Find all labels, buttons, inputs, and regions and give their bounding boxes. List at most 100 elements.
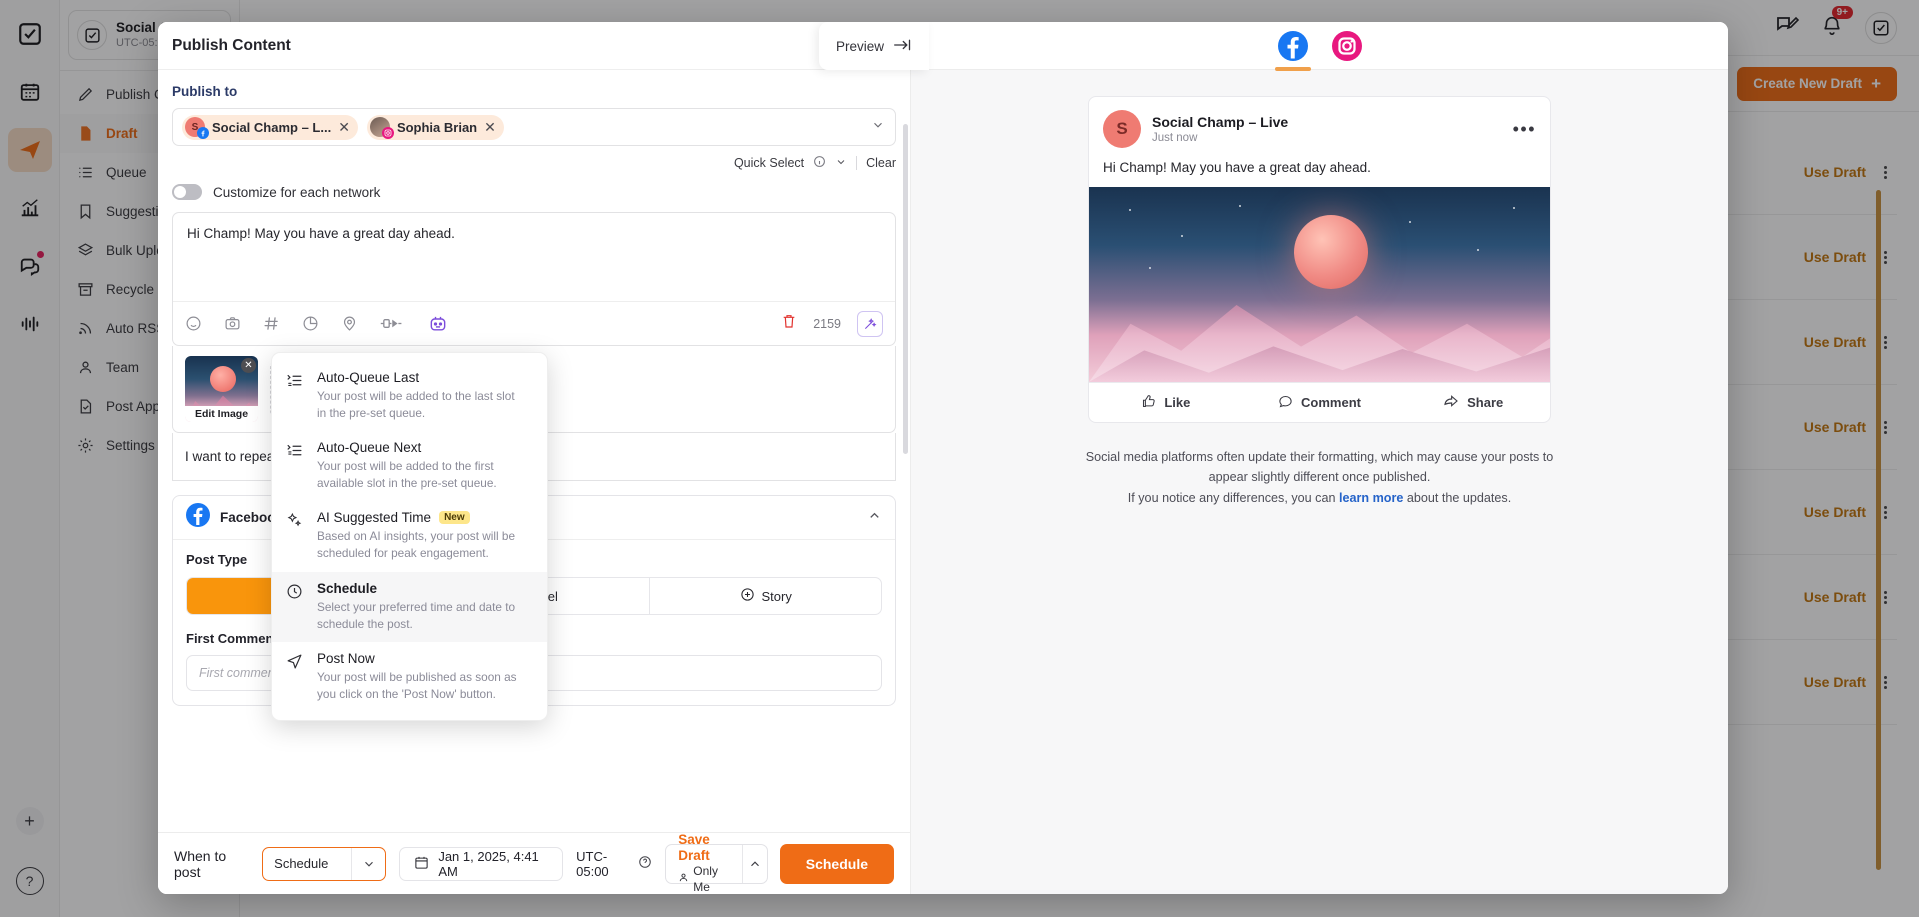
instagram-icon bbox=[381, 127, 394, 139]
preview-body: S Social Champ – Live Just now ••• Hi Ch… bbox=[911, 70, 1728, 508]
dropdown-item-desc: Your post will be added to the last slot… bbox=[317, 389, 515, 421]
chevron-down-icon[interactable] bbox=[835, 156, 847, 171]
story-icon bbox=[740, 587, 755, 605]
dropdown-item-auto-queue-last[interactable]: Auto-Queue Last Your post will be added … bbox=[272, 361, 547, 431]
post-type-label-2: Story bbox=[761, 588, 792, 604]
preview-post-actions: Like Comment Share bbox=[1089, 382, 1550, 422]
dropdown-title-text: Auto-Queue Next bbox=[317, 440, 422, 456]
post-type-story[interactable]: Story bbox=[650, 578, 881, 614]
preview-pane: Preview S Social Champ – Live Just now •… bbox=[819, 22, 1728, 894]
customize-row: Customize for each network bbox=[172, 184, 896, 200]
chevron-down-icon[interactable] bbox=[351, 847, 385, 880]
post-menu-icon[interactable]: ••• bbox=[1513, 120, 1536, 138]
disclaimer-line-3-pre: If you notice any differences, you can bbox=[1127, 490, 1339, 505]
preview-header: Preview bbox=[819, 22, 1728, 71]
chevron-up-icon[interactable] bbox=[867, 508, 882, 528]
queue-last-icon bbox=[286, 370, 304, 422]
dropdown-item-desc: Based on AI insights, your post will be … bbox=[317, 529, 516, 561]
page-title: Publish Content bbox=[172, 36, 291, 54]
attached-image-thumbnail[interactable]: ✕ Edit Image bbox=[185, 356, 258, 422]
chevron-up-icon[interactable] bbox=[741, 844, 767, 883]
publish-to-label: Publish to bbox=[172, 84, 238, 99]
edit-image-button[interactable]: Edit Image bbox=[185, 406, 258, 422]
composer-input[interactable]: Hi Champ! May you have a great day ahead… bbox=[173, 213, 895, 301]
dropdown-item-desc: Select your preferred time and date to s… bbox=[317, 599, 516, 631]
preview-timestamp: Just now bbox=[1152, 131, 1198, 144]
learn-more-link[interactable]: learn more bbox=[1339, 491, 1403, 505]
publish-to-field[interactable]: S Social Champ – L... ✕ Sophia Brian ✕ bbox=[172, 108, 896, 146]
hashtag-icon[interactable] bbox=[263, 315, 280, 332]
account-name: Sophia Brian bbox=[396, 119, 478, 135]
preview-post-card: S Social Champ – Live Just now ••• Hi Ch… bbox=[1088, 96, 1551, 423]
queue-next-icon bbox=[286, 440, 304, 492]
ai-assistant-icon[interactable] bbox=[428, 314, 448, 334]
facebook-icon bbox=[197, 127, 209, 139]
disclaimer-line-1: Social media platforms often update thei… bbox=[1085, 450, 1506, 464]
emoji-icon[interactable] bbox=[185, 315, 202, 332]
chevron-down-icon[interactable] bbox=[871, 118, 885, 137]
preview-author: Social Champ – Live bbox=[1152, 114, 1289, 131]
remove-account-icon[interactable]: ✕ bbox=[338, 120, 350, 134]
like-button[interactable]: Like bbox=[1089, 394, 1243, 412]
account-chip-facebook[interactable]: S Social Champ – L... ✕ bbox=[182, 114, 358, 140]
publish-content-modal: Publish Content Publish to S Social Cham… bbox=[158, 22, 1728, 894]
poll-icon[interactable] bbox=[302, 315, 319, 332]
preview-post-image bbox=[1089, 187, 1550, 382]
help-icon[interactable] bbox=[638, 855, 652, 872]
preview-tab[interactable]: Preview bbox=[819, 22, 929, 70]
clear-button[interactable]: Clear bbox=[866, 156, 896, 170]
remove-image-icon[interactable]: ✕ bbox=[241, 358, 256, 373]
account-chip-instagram[interactable]: Sophia Brian ✕ bbox=[366, 114, 504, 140]
screen: + ? Social Champ UTC-05:00 bbox=[0, 0, 1919, 917]
composer-toolbar-right: 2159 bbox=[781, 310, 883, 337]
modal-footer: When to post Schedule Jan 1, 2025, 4:41 … bbox=[158, 832, 910, 894]
dropdown-item-title: Post Now bbox=[317, 651, 517, 666]
composer-toolbar: 2159 bbox=[173, 301, 895, 345]
info-icon[interactable] bbox=[813, 155, 826, 171]
customize-label: Customize for each network bbox=[213, 184, 381, 200]
dropdown-title-text: Post Now bbox=[317, 650, 375, 666]
facebook-icon bbox=[186, 503, 210, 532]
quick-select-label[interactable]: Quick Select bbox=[734, 156, 804, 170]
dropdown-title-text: AI Suggested Time bbox=[317, 510, 432, 526]
delete-icon[interactable] bbox=[781, 313, 797, 334]
visibility-text: Only Me bbox=[693, 864, 718, 894]
sparkle-icon bbox=[286, 510, 304, 562]
dropdown-item-ai-suggested-time[interactable]: AI Suggested Time New Based on AI insigh… bbox=[272, 501, 547, 571]
save-draft-button[interactable]: Save Draft Only Me bbox=[665, 832, 768, 894]
character-count: 2159 bbox=[813, 316, 841, 331]
timezone-value: UTC-05:00 bbox=[576, 848, 609, 879]
dropdown-item-title: AI Suggested Time New bbox=[317, 510, 517, 525]
preview-network-instagram[interactable] bbox=[1331, 30, 1363, 62]
save-draft-main[interactable]: Save Draft Only Me bbox=[666, 832, 742, 894]
datetime-picker[interactable]: Jan 1, 2025, 4:41 AM bbox=[399, 846, 564, 881]
share-button[interactable]: Share bbox=[1396, 393, 1550, 412]
schedule-button[interactable]: Schedule bbox=[779, 843, 894, 884]
comment-icon bbox=[1278, 394, 1293, 412]
moon-graphic bbox=[1294, 215, 1368, 289]
image-upload-icon[interactable] bbox=[224, 315, 241, 332]
account-name: Social Champ – L... bbox=[212, 119, 332, 135]
timezone-display: UTC-05:00 bbox=[576, 849, 652, 879]
when-to-post-select[interactable]: Schedule bbox=[262, 846, 387, 881]
footer-actions: Save Draft Only Me Schedule bbox=[665, 832, 894, 894]
clock-icon bbox=[286, 581, 304, 633]
repeat-label: I want to repeat bbox=[185, 449, 279, 464]
when-to-post-dropdown: Auto-Queue Last Your post will be added … bbox=[271, 352, 548, 721]
datetime-value: Jan 1, 2025, 4:41 AM bbox=[438, 848, 539, 879]
remove-account-icon[interactable]: ✕ bbox=[484, 120, 496, 134]
preview-disclaimer: Social media platforms often update thei… bbox=[1070, 447, 1570, 508]
dropdown-item-schedule[interactable]: Schedule Select your preferred time and … bbox=[272, 571, 547, 642]
magic-wand-icon[interactable] bbox=[857, 310, 883, 337]
dropdown-title-text: Schedule bbox=[317, 580, 378, 596]
preview-network-facebook[interactable] bbox=[1274, 30, 1311, 71]
dropdown-item-auto-queue-next[interactable]: Auto-Queue Next Your post will be added … bbox=[272, 431, 547, 501]
dropdown-title-text: Auto-Queue Last bbox=[317, 370, 420, 385]
comment-button[interactable]: Comment bbox=[1243, 394, 1397, 412]
customize-toggle[interactable] bbox=[172, 184, 202, 200]
dropdown-item-post-now[interactable]: Post Now Your post will be published as … bbox=[272, 642, 547, 712]
integration-plug-icon[interactable] bbox=[380, 315, 406, 332]
divider bbox=[856, 156, 858, 170]
location-icon[interactable] bbox=[341, 315, 358, 332]
modal-scrollbar[interactable] bbox=[903, 124, 908, 454]
